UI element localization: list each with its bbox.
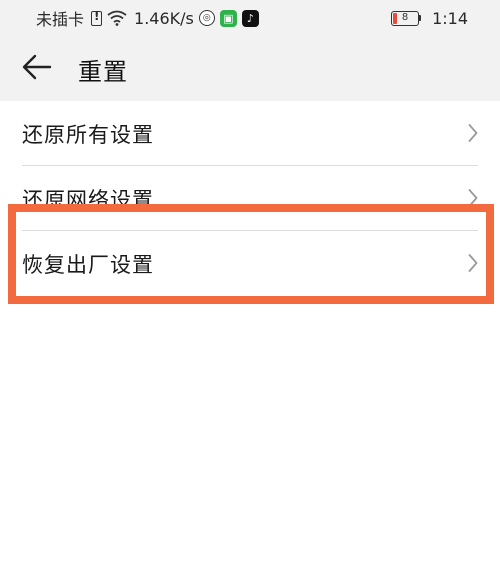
status-bar: 未插卡 1.46K/s ◎ ▣ ♪ 8 1:14 [0, 0, 500, 36]
wechat-icon: ▣ [219, 9, 237, 27]
sim-status-text: 未插卡 [36, 10, 85, 29]
network-speed: 1.46K/s [134, 8, 194, 28]
back-arrow-icon[interactable] [22, 54, 52, 80]
list-item-label: 还原所有设置 [22, 123, 154, 147]
battery-fill [393, 12, 398, 24]
status-right: 8 1:14 [391, 9, 468, 28]
list-item-factory-reset[interactable]: 恢复出厂设置 [0, 231, 500, 296]
list-item-reset-all-settings[interactable]: 还原所有设置 [0, 101, 500, 166]
battery-level: 8 [401, 11, 409, 23]
status-left: 未插卡 1.46K/s ◎ ▣ ♪ [36, 6, 259, 30]
battery-cap [419, 15, 422, 21]
chevron-right-icon [468, 254, 478, 272]
tiktok-icon: ♪ [241, 9, 259, 27]
chevron-right-icon [468, 124, 478, 142]
header: 重置 [0, 36, 500, 101]
list-item-label: 还原网络设置 [22, 188, 154, 212]
battery-icon: 8 [391, 10, 422, 26]
sim-alert-icon [91, 9, 103, 26]
settings-list: 还原所有设置 还原网络设置 恢复出厂设置 [0, 101, 500, 296]
status-time: 1:14 [432, 8, 468, 28]
wifi-icon [107, 10, 127, 26]
vpn-icon: ◎ [198, 10, 215, 26]
battery-body: 8 [391, 10, 420, 26]
list-item-reset-network-settings[interactable]: 还原网络设置 [0, 166, 500, 231]
chevron-right-icon [468, 189, 478, 207]
page-title: 重置 [78, 58, 128, 86]
list-item-label: 恢复出厂设置 [22, 253, 154, 277]
